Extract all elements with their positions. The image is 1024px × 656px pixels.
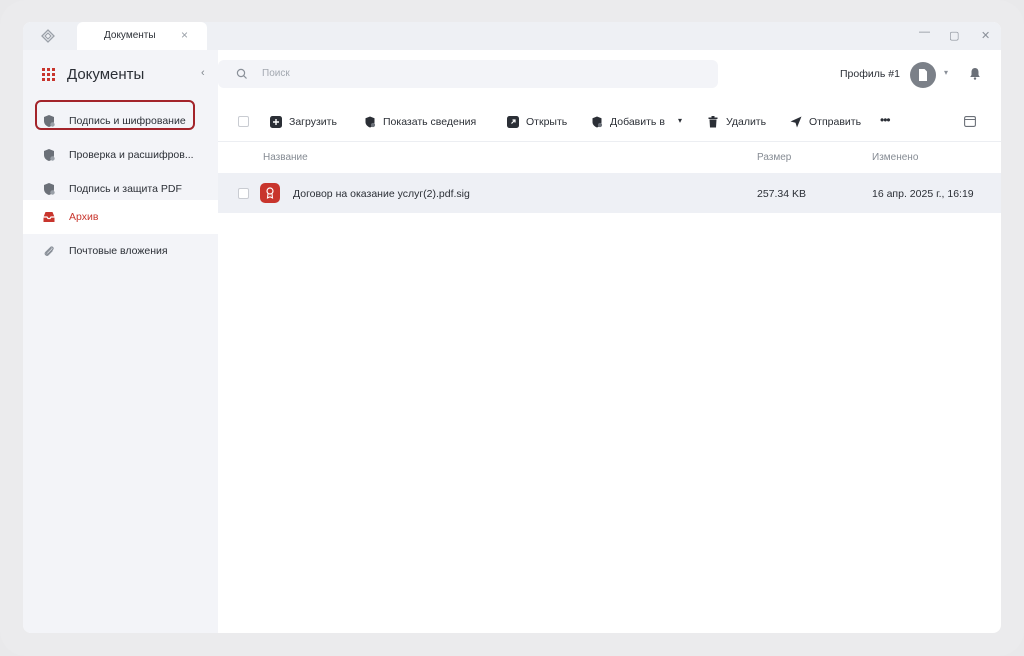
search-placeholder: Поиск (262, 68, 290, 79)
sidebar-item-label: Подпись и защита PDF (69, 183, 182, 195)
shield-info-icon (365, 116, 376, 128)
send-label: Отправить (809, 116, 862, 128)
row-checkbox[interactable] (238, 188, 249, 199)
file-name: Договор на оказание услуг(2).pdf.sig (293, 188, 470, 200)
tab-label: Документы (104, 30, 156, 41)
sidebar-item-mail-attachments[interactable]: Почтовые вложения (23, 234, 218, 268)
sidebar-item-label: Архив (69, 211, 99, 223)
sidebar: Документы ‹ Подпись и шифрование Проверк… (23, 50, 218, 633)
sidebar-header: Документы ‹ (23, 50, 218, 98)
device-frame: Документы × — ▢ ✕ Документы ‹ Подпись и … (0, 0, 1024, 656)
column-header-size[interactable]: Размер (757, 152, 791, 163)
sidebar-title: Документы (67, 66, 145, 83)
window-close-icon[interactable]: ✕ (981, 29, 990, 42)
signature-file-icon (260, 183, 280, 203)
document-avatar-icon (919, 69, 927, 81)
bell-icon[interactable] (969, 67, 981, 80)
chevron-down-icon[interactable]: ▾ (944, 68, 948, 77)
show-details-label: Показать сведения (383, 116, 477, 128)
search-input[interactable]: Поиск (218, 60, 718, 88)
archive-icon (43, 212, 55, 222)
plus-icon (270, 116, 282, 128)
open-label: Открыть (526, 116, 568, 128)
maximize-icon[interactable]: ▢ (949, 29, 959, 42)
dropdown-caret-icon: ▾ (678, 116, 683, 125)
paperclip-icon (44, 246, 54, 256)
column-header-modified[interactable]: Изменено (872, 152, 918, 163)
apps-grid-icon[interactable] (42, 68, 55, 81)
select-all-checkbox[interactable] (238, 116, 249, 127)
sidebar-item-verify-decrypt[interactable]: Проверка и расшифров... (23, 138, 218, 172)
sidebar-item-archive[interactable]: Архив (23, 200, 218, 234)
add-to-label: Добавить в (610, 116, 665, 128)
sidebar-item-label: Почтовые вложения (69, 245, 168, 257)
search-icon (236, 68, 247, 79)
upload-label: Загрузить (289, 116, 337, 128)
collapse-sidebar-icon[interactable]: ‹ (201, 67, 205, 79)
delete-label: Удалить (726, 116, 767, 128)
external-link-icon (507, 116, 519, 128)
shield-pdf-icon (44, 183, 55, 195)
more-options-icon[interactable]: ••• (880, 113, 891, 127)
app-logo-icon (41, 29, 55, 43)
shield-add-icon (592, 116, 603, 128)
panel-layout-icon[interactable] (964, 116, 976, 127)
send-icon (790, 116, 802, 128)
tab-close-icon[interactable]: × (181, 28, 188, 42)
app-window: Документы × — ▢ ✕ Документы ‹ Подпись и … (23, 22, 1001, 633)
minimize-icon[interactable]: — (919, 26, 930, 38)
file-size: 257.34 KB (757, 188, 807, 200)
toolbar: Загрузить Показать сведения Открыть Доба… (218, 102, 1001, 142)
avatar[interactable] (910, 62, 936, 88)
file-modified: 16 апр. 2025 г., 16:19 (872, 188, 974, 200)
shield-check-icon (44, 149, 55, 161)
sidebar-item-label: Проверка и расшифров... (69, 149, 194, 161)
highlight-box (35, 100, 195, 130)
column-header-name[interactable]: Название (263, 152, 308, 163)
title-bar: Документы × — ▢ ✕ (23, 22, 1001, 50)
profile-name[interactable]: Профиль #1 (840, 68, 900, 80)
tab-documents[interactable]: Документы × (77, 22, 207, 50)
table-row[interactable]: Договор на оказание услуг(2).pdf.sig 257… (218, 173, 1001, 213)
trash-icon (708, 116, 718, 128)
